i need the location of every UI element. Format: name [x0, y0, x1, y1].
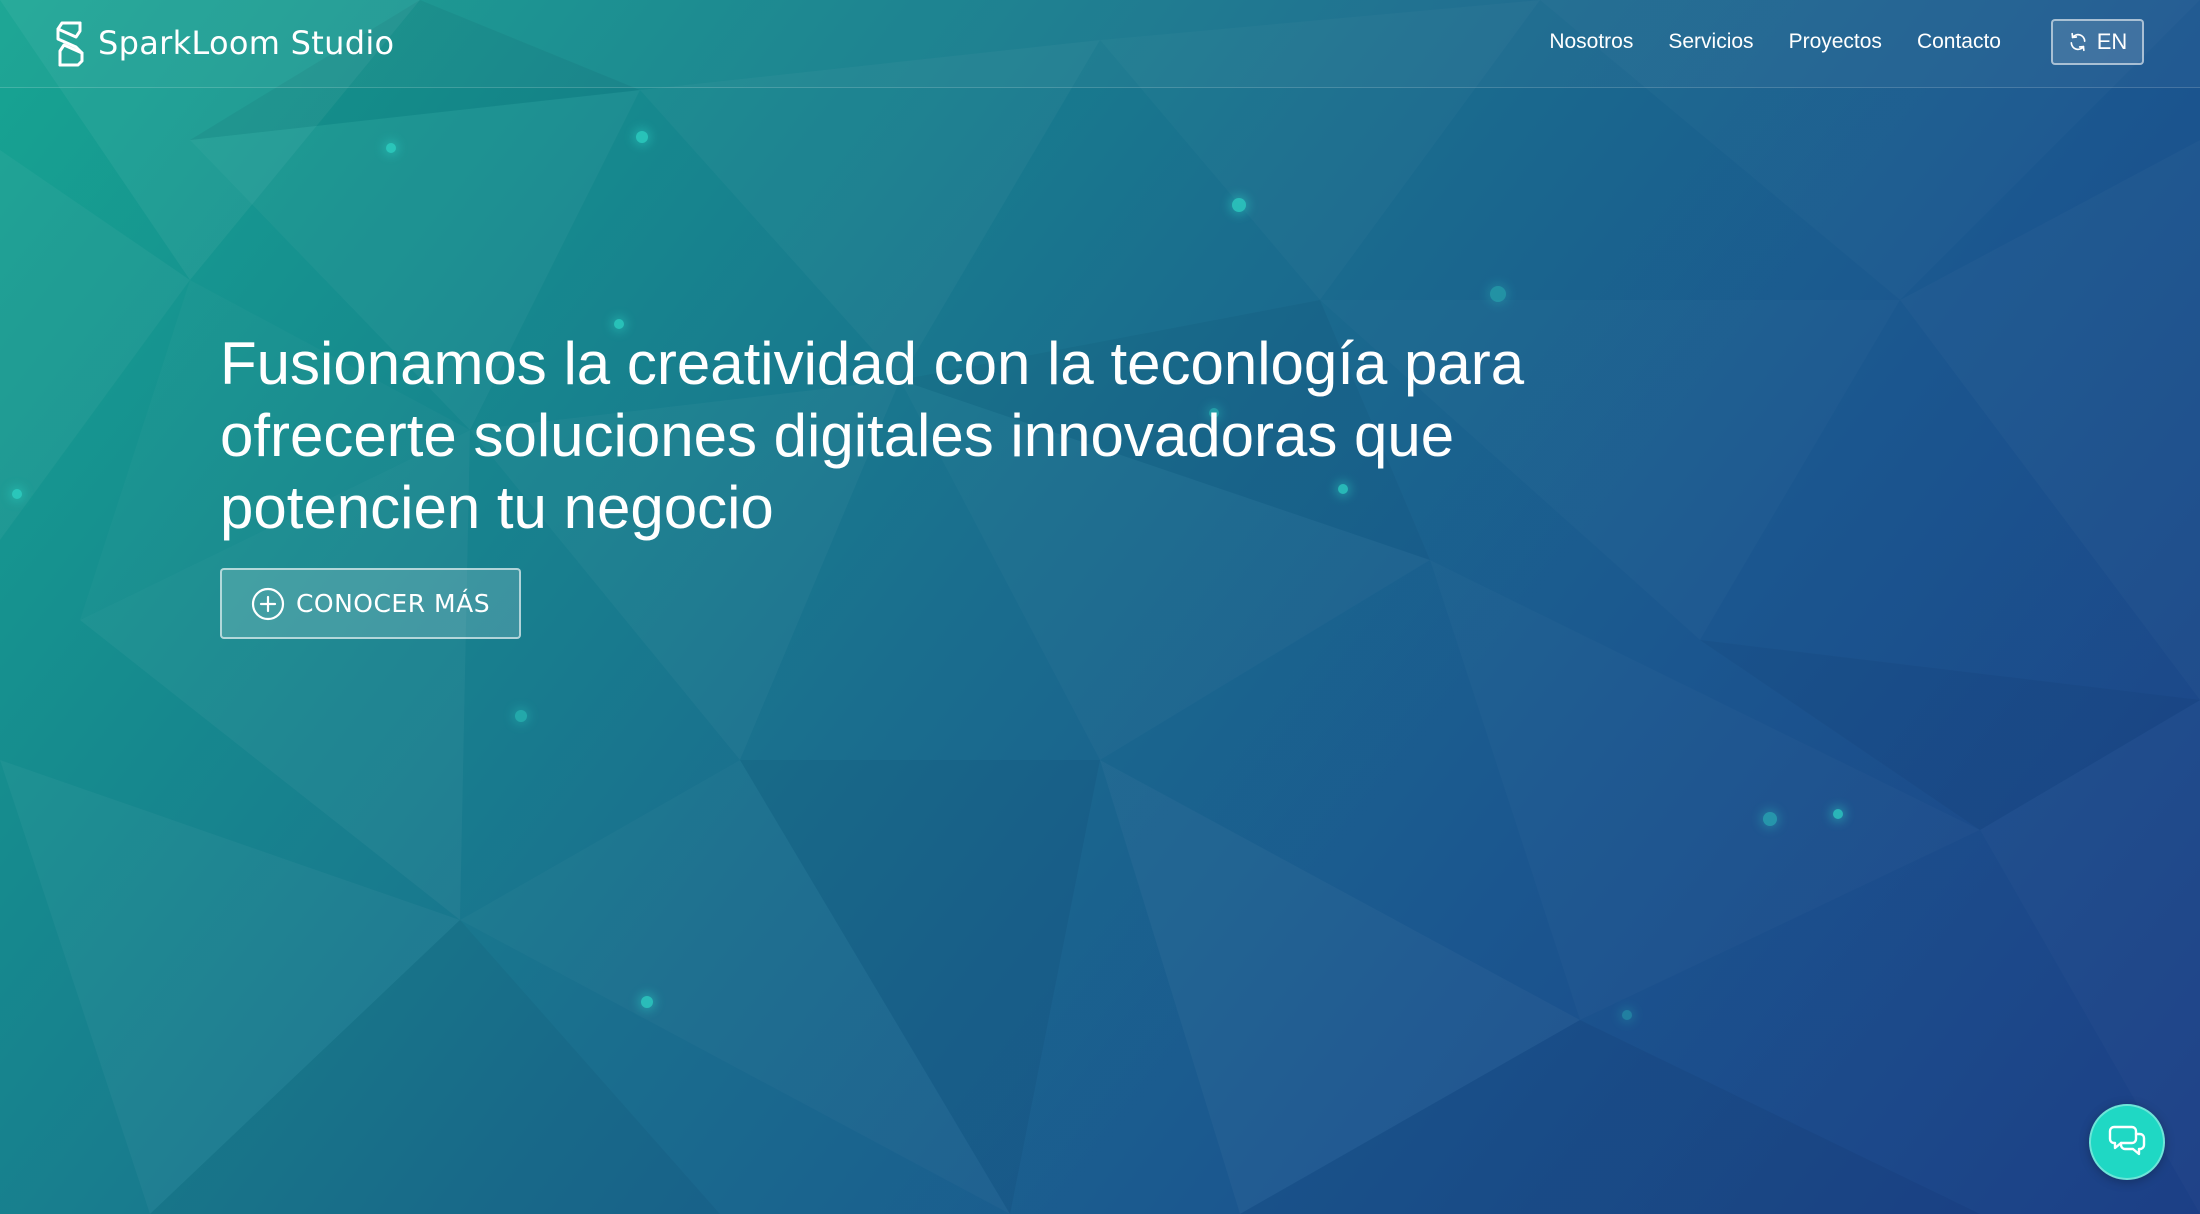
main-nav: Nosotros Servicios Proyectos Contacto [1549, 27, 2001, 57]
particle [1232, 198, 1246, 212]
nav-item-servicios[interactable]: Servicios [1668, 27, 1753, 57]
cta-label: CONOCER MÁS [295, 589, 491, 618]
language-label: EN [2096, 29, 2128, 54]
nav-item-nosotros[interactable]: Nosotros [1549, 27, 1633, 57]
particle [386, 143, 396, 153]
nav-item-proyectos[interactable]: Proyectos [1789, 27, 1882, 57]
particle [1833, 809, 1843, 819]
particle [1763, 812, 1777, 826]
hero-title: Fusionamos la creatividad con la teconlo… [220, 330, 1525, 541]
conocer-mas-button[interactable]: CONOCER MÁS [220, 568, 521, 639]
chat-bubbles-icon [2108, 1123, 2146, 1162]
chat-button[interactable] [2089, 1104, 2165, 1180]
particle [515, 710, 527, 722]
sparkloom-logo-icon [54, 19, 86, 67]
brand-logo-link[interactable]: SparkLoom Studio [54, 18, 394, 68]
brand-name: SparkLoom Studio [98, 24, 395, 62]
language-toggle-button[interactable]: EN [2051, 19, 2144, 65]
plus-circle-icon [251, 587, 285, 621]
particle [636, 131, 648, 143]
particle [12, 489, 22, 499]
refresh-icon [2068, 32, 2088, 52]
particle [1622, 1010, 1632, 1020]
hero-section: Fusionamos la creatividad con la teconlo… [220, 328, 1720, 639]
particle [641, 996, 653, 1008]
top-navbar: SparkLoom Studio Nosotros Servicios Proy… [0, 0, 2200, 88]
particle [1490, 286, 1506, 302]
nav-item-contacto[interactable]: Contacto [1917, 27, 2001, 57]
